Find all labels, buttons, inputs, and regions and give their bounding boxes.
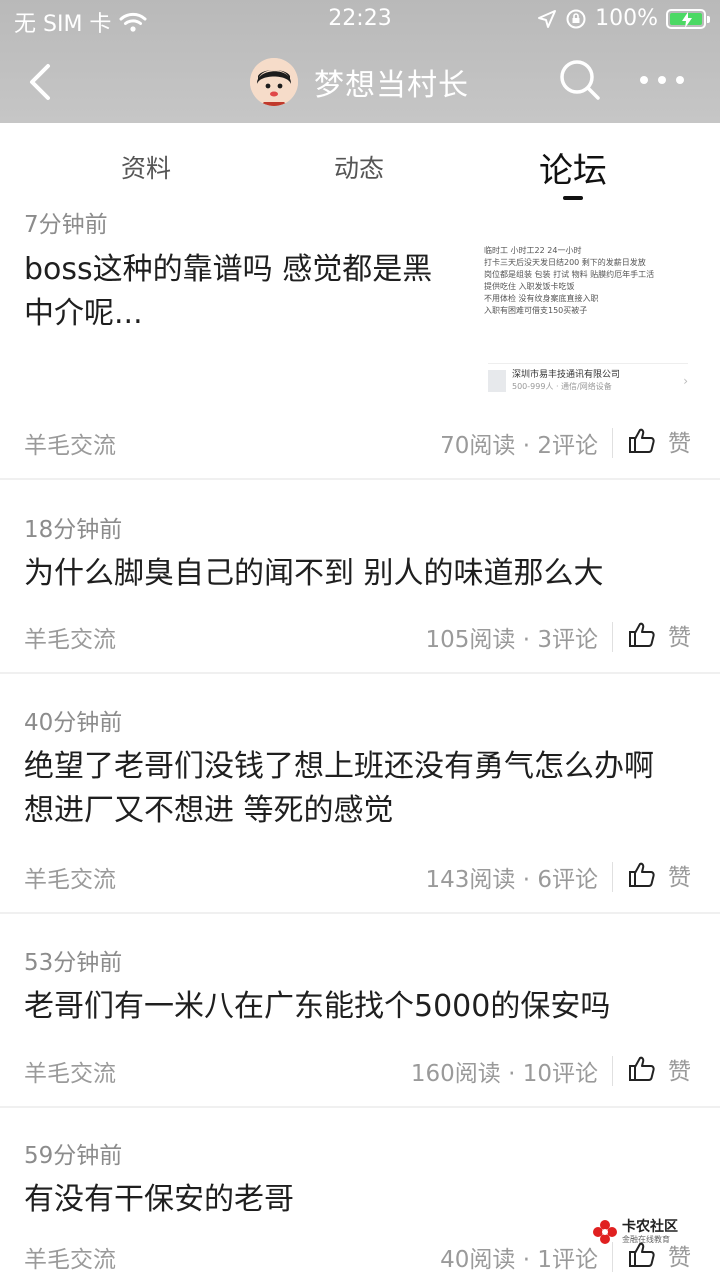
watermark-logo: 卡农社区 金融在线教育 <box>592 1219 678 1245</box>
avatar[interactable] <box>250 58 298 106</box>
post-title-line: boss这种的靠谱吗 感觉都是黑 <box>24 252 433 287</box>
status-bar: 无 SIM 卡 22:23 100% <box>0 0 720 40</box>
more-horizontal-icon <box>640 76 648 84</box>
post-category[interactable]: 羊毛交流 <box>24 860 116 894</box>
like-button[interactable]: 赞 <box>628 424 691 458</box>
post-title-line: 老哥们有一米八在广东能找个5000的保安吗 <box>24 989 611 1024</box>
post-title[interactable]: 老哥们有一米八在广东能找个5000的保安吗 <box>24 985 610 1029</box>
post-stats: 70阅读 · 2评论 <box>440 433 598 459</box>
post-footer: 羊毛交流 105阅读 · 3评论 赞 <box>0 616 720 660</box>
like-button[interactable]: 赞 <box>628 618 691 652</box>
post-title-line: 中介呢... <box>24 296 143 331</box>
thumbnail-text-line: 临时工 小时工22 24一小时 <box>484 246 582 255</box>
post-divider <box>0 478 720 480</box>
thumbnail-text-line: 入职有困难可借支150买被子 <box>484 306 588 315</box>
footer-separator <box>612 1056 613 1086</box>
status-right: 100% <box>537 6 710 31</box>
like-label: 赞 <box>668 865 691 891</box>
footer-separator <box>612 622 613 652</box>
thumbnail-text-line: 不用体检 没有纹身案底直接入职 <box>484 294 599 303</box>
search-icon <box>560 60 600 100</box>
like-button[interactable]: 赞 <box>628 1052 691 1086</box>
battery-percent: 100% <box>595 6 658 31</box>
location-icon <box>538 9 557 28</box>
post-title-line: 有没有干保安的老哥 <box>24 1182 294 1217</box>
post-footer: 羊毛交流 143阅读 · 6评论 赞 <box>0 856 720 900</box>
like-button[interactable]: 赞 <box>628 858 691 892</box>
post-category[interactable]: 羊毛交流 <box>24 1240 116 1274</box>
watermark-name: 卡农社区 <box>622 1219 678 1235</box>
tab-active-indicator <box>563 196 583 200</box>
profile-tabs: 资料 动态 论坛 <box>0 123 720 207</box>
thumbnail-text-line: 岗位都是组装 包装 打试 物料 贴膜约厄年手工活 <box>484 270 655 279</box>
thumbnail-company-info: 500-999人 · 通信/网络设备 <box>512 382 612 391</box>
post-divider <box>0 672 720 674</box>
post-category[interactable]: 羊毛交流 <box>24 1054 116 1088</box>
footer-separator <box>612 862 613 892</box>
battery-icon <box>666 8 710 29</box>
thumbs-up-icon <box>629 622 655 647</box>
thumbnail-company-name: 深圳市易丰技通讯有限公司 <box>512 370 621 380</box>
thumbnail-company-card: 深圳市易丰技通讯有限公司 500-999人 · 通信/网络设备 › <box>488 363 688 398</box>
rotation-lock-icon <box>566 9 586 28</box>
post-stats: 160阅读 · 10评论 <box>410 1061 598 1087</box>
watermark-sub: 金融在线教育 <box>622 1235 670 1244</box>
tab-forum[interactable]: 论坛 <box>539 143 607 192</box>
post-title[interactable]: boss这种的靠谱吗 感觉都是黑 中介呢... <box>24 248 464 336</box>
flower-logo-icon <box>593 1220 617 1244</box>
more-button[interactable] <box>640 68 684 92</box>
post-title[interactable]: 为什么脚臭自己的闻不到 别人的味道那么大 <box>24 552 604 596</box>
post-divider <box>0 912 720 914</box>
post-time: 40分钟前 <box>24 710 123 736</box>
post-divider <box>0 1106 720 1108</box>
post-time: 7分钟前 <box>24 212 108 238</box>
like-label: 赞 <box>668 1059 691 1085</box>
post-time: 59分钟前 <box>24 1143 123 1169</box>
post-time: 53分钟前 <box>24 950 123 976</box>
chevron-right-icon: › <box>683 374 688 388</box>
post-time: 18分钟前 <box>24 517 123 543</box>
like-label: 赞 <box>668 625 691 651</box>
post-category[interactable]: 羊毛交流 <box>24 620 116 654</box>
post-thumbnail[interactable]: 临时工 小时工22 24一小时 打卡三天后没天发日结200 剩下的发薪日发放 岗… <box>484 245 696 405</box>
footer-separator <box>612 1242 613 1272</box>
post-title[interactable]: 有没有干保安的老哥 <box>24 1178 294 1222</box>
tab-profile[interactable]: 资料 <box>121 149 171 185</box>
post-title-line: 为什么脚臭自己的闻不到 别人的味道那么大 <box>24 556 604 591</box>
thumbs-up-icon <box>629 428 655 453</box>
post-title-line: 绝望了老哥们没钱了想上班还没有勇气怎么办啊 <box>24 749 654 784</box>
post-footer: 羊毛交流 160阅读 · 10评论 赞 <box>0 1050 720 1094</box>
thumbnail-text-line: 提供吃住 入职发饭卡吃饭 <box>484 282 575 291</box>
post-stats: 143阅读 · 6评论 <box>425 867 598 893</box>
post-stats: 105阅读 · 3评论 <box>425 627 598 653</box>
thumbs-up-icon <box>629 862 655 887</box>
post-stats: 40阅读 · 1评论 <box>440 1247 598 1273</box>
chevron-left-icon <box>30 64 50 100</box>
post-footer: 羊毛交流 70阅读 · 2评论 赞 <box>0 422 720 466</box>
top-header: 无 SIM 卡 22:23 100% 梦想当村长 <box>0 0 720 123</box>
nav-bar: 梦想当村长 <box>0 40 720 123</box>
back-button[interactable] <box>22 60 62 104</box>
footer-separator <box>612 428 613 458</box>
post-category[interactable]: 羊毛交流 <box>24 426 116 460</box>
post-title-line: 想进厂又不想进 等死的感觉 <box>24 793 394 828</box>
post-title[interactable]: 绝望了老哥们没钱了想上班还没有勇气怎么办啊 想进厂又不想进 等死的感觉 <box>24 745 654 833</box>
like-label: 赞 <box>668 431 691 457</box>
building-icon <box>488 370 506 392</box>
tab-activity[interactable]: 动态 <box>334 149 384 185</box>
search-button[interactable] <box>558 58 602 102</box>
thumbnail-text-line: 打卡三天后没天发日结200 剩下的发薪日发放 <box>484 258 646 267</box>
page-title: 梦想当村长 <box>314 68 469 103</box>
profile-title[interactable]: 梦想当村长 <box>250 54 469 110</box>
thumbs-up-icon <box>629 1242 655 1267</box>
thumbs-up-icon <box>629 1056 655 1081</box>
